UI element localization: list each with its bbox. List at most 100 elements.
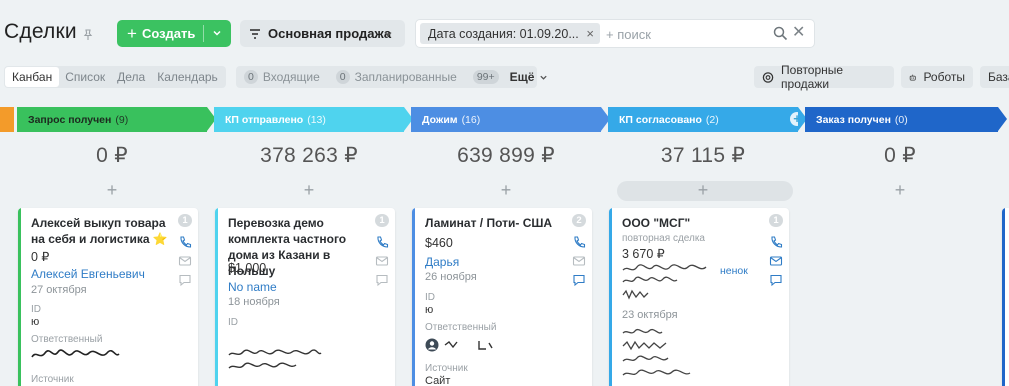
- deal-date: 18 ноября: [228, 296, 280, 308]
- field-label-source: Источник: [425, 363, 468, 374]
- deal-card[interactable]: Перевозка демо комплекта частного дома и…: [215, 208, 395, 386]
- card-stage-bar: [18, 208, 21, 386]
- base-label: База: [988, 70, 1009, 84]
- deal-price: 0 ₽: [31, 250, 50, 264]
- deal-card-partial[interactable]: [1002, 208, 1009, 386]
- search-input[interactable]: [606, 25, 756, 43]
- card-stage-bar: [412, 208, 415, 386]
- page-title: Сделки: [4, 20, 77, 43]
- deal-card[interactable]: ООО "МСГ" 1 повторная сделка 3 670 ₽ нен…: [609, 208, 789, 386]
- mail-icon[interactable]: [769, 254, 783, 268]
- stage-header-order-received[interactable]: Заказ получен (0): [805, 107, 998, 132]
- quick-add-button[interactable]: +: [805, 180, 995, 200]
- stage-header-offer-agreed[interactable]: КП согласовано (2): [608, 107, 798, 132]
- create-button[interactable]: + Создать: [117, 20, 231, 47]
- stage-count: (9): [115, 113, 129, 126]
- avatar: [425, 338, 439, 352]
- deal-title[interactable]: Ламинат / Поти- США: [425, 215, 570, 231]
- stage-header-offer-sent[interactable]: КП отправлено (13): [214, 107, 404, 132]
- tab-activities[interactable]: Дела: [111, 67, 151, 87]
- counter-value: 0: [335, 70, 350, 84]
- chevron-down-icon[interactable]: [212, 28, 222, 38]
- activity-count-badge: 2: [572, 214, 586, 227]
- activity-count-badge: 1: [769, 214, 783, 227]
- card-stage-bar: [1002, 208, 1005, 386]
- stage-header-push[interactable]: Дожим (16): [411, 107, 601, 132]
- pipeline-selector[interactable]: Основная продажа: [240, 20, 405, 47]
- counter-more[interactable]: 99+: [472, 70, 504, 84]
- quick-add-button[interactable]: +: [17, 180, 207, 200]
- redacted-responsible: [31, 349, 120, 358]
- previous-stage-nub[interactable]: [0, 107, 14, 132]
- close-icon[interactable]: ✕: [792, 25, 806, 41]
- field-value-id: ю: [425, 304, 434, 316]
- deal-title[interactable]: Алексей выкуп товара на себя и логистика…: [31, 215, 176, 247]
- deal-card[interactable]: Алексей выкуп товара на себя и логистика…: [18, 208, 198, 386]
- mail-icon[interactable]: [178, 254, 192, 268]
- field-label-id: ID: [31, 304, 41, 315]
- counter-planned[interactable]: 0 Запланированные: [335, 70, 457, 84]
- base-button[interactable]: База: [980, 66, 1009, 88]
- redacted-fields: [622, 328, 691, 376]
- mail-icon[interactable]: [375, 254, 389, 268]
- robots-label: Роботы: [923, 70, 965, 84]
- deal-date: 27 октября: [31, 284, 87, 296]
- deal-price: $1,000: [228, 261, 267, 275]
- view-toolbar: Канбан Список Дела Календарь 0 Входящие …: [0, 63, 1009, 91]
- counters-bar: 0 Входящие 0 Запланированные 99+ Ещё: [236, 66, 548, 88]
- tab-calendar[interactable]: Календарь: [151, 67, 224, 87]
- stage-count: (2): [705, 113, 719, 126]
- field-value-id: ю: [31, 316, 40, 328]
- counter-incoming[interactable]: 0 Входящие: [244, 70, 320, 84]
- pin-icon[interactable]: [82, 29, 94, 41]
- phone-icon[interactable]: [769, 235, 783, 249]
- field-label-responsible: Ответственный: [31, 334, 103, 345]
- stage-sum: 37 115 ₽: [660, 144, 746, 167]
- counter-label: Входящие: [262, 70, 320, 84]
- view-switcher: Канбан Список Дела Календарь: [4, 66, 226, 88]
- phone-icon[interactable]: [178, 235, 192, 249]
- chat-icon[interactable]: [572, 273, 586, 287]
- repeat-sales-button[interactable]: Повторные продажи: [754, 63, 894, 91]
- search-icon[interactable]: [773, 26, 788, 41]
- more-dropdown[interactable]: Ещё: [510, 70, 549, 84]
- field-label-id: ID: [228, 317, 238, 328]
- stage-count: (16): [461, 113, 481, 126]
- deal-date: 23 октября: [622, 309, 678, 321]
- filter-chip[interactable]: Дата создания: 01.09.20... ×: [420, 23, 600, 44]
- contact-link[interactable]: Дарья: [425, 255, 459, 269]
- search-bar[interactable]: Дата создания: 01.09.20... × ✕: [415, 19, 815, 48]
- deal-card[interactable]: Ламинат / Поти- США 2 $460 Дарья 26 нояб…: [412, 208, 592, 386]
- create-button-label: Создать: [141, 26, 196, 41]
- stage-name: КП отправлено: [225, 113, 304, 126]
- deal-date: 26 ноября: [425, 271, 477, 283]
- phone-icon[interactable]: [375, 235, 389, 249]
- quick-add-button[interactable]: +: [608, 180, 798, 200]
- chat-icon[interactable]: [769, 273, 783, 287]
- quick-add-button[interactable]: +: [214, 180, 404, 200]
- mail-icon[interactable]: [572, 254, 586, 268]
- stage-count: (13): [307, 113, 326, 126]
- chevron-down-icon: [540, 75, 548, 80]
- field-value-source: Сайт: [425, 375, 451, 386]
- tab-list[interactable]: Список: [59, 67, 111, 87]
- chat-icon[interactable]: [375, 273, 389, 287]
- counter-value: 0: [244, 70, 258, 84]
- contact-link[interactable]: ненок: [720, 265, 748, 277]
- tab-kanban[interactable]: Канбан: [5, 67, 60, 87]
- chat-icon[interactable]: [178, 273, 192, 287]
- plus-icon: +: [127, 24, 137, 43]
- field-label-source: Источник: [31, 374, 74, 385]
- deal-subtitle: повторная сделка: [622, 233, 705, 244]
- stage-name: Дожим: [422, 113, 458, 126]
- quick-add-button[interactable]: +: [411, 180, 601, 200]
- contact-link[interactable]: No name: [228, 280, 277, 294]
- robots-button[interactable]: Роботы: [901, 66, 973, 88]
- remove-filter-icon[interactable]: ×: [586, 26, 594, 41]
- filter-chip-label: Дата создания: 01.09.20...: [428, 26, 579, 41]
- deal-title[interactable]: ООО "МСГ": [622, 215, 767, 231]
- contact-link[interactable]: Алексей Евгеньевич: [31, 267, 145, 281]
- phone-icon[interactable]: [572, 235, 586, 249]
- stage-header-request[interactable]: Запрос получен (9): [17, 107, 207, 132]
- deal-price: $460: [425, 236, 453, 250]
